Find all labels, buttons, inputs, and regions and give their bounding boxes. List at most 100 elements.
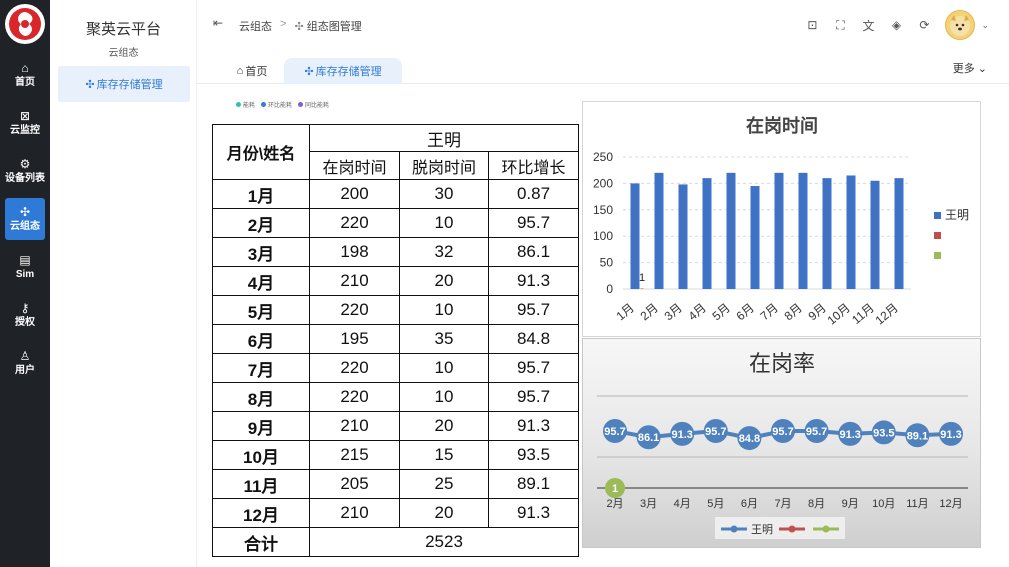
data-label: 89.1	[907, 430, 928, 442]
legend-label: 王明	[751, 523, 773, 536]
data-label: 95.7	[806, 426, 827, 438]
table-row: 1月 200 30 0.87	[212, 179, 580, 209]
nav-cloud-config[interactable]: ✣ 云组态	[5, 198, 45, 240]
x-tick-label: 11月	[849, 301, 877, 327]
fullscreen-icon[interactable]: ⛶	[833, 18, 847, 33]
legend-item: 同比能耗	[298, 100, 329, 109]
nav-user[interactable]: ♙ 用户	[5, 342, 45, 384]
table-person-header: 王明	[308, 124, 580, 152]
off-duty-cell: 10	[399, 353, 489, 383]
growth-cell: 84.8	[487, 324, 580, 354]
secondary-sidebar: 聚英云平台 云组态 ✣ 库存存储管理	[50, 0, 197, 567]
bar	[774, 172, 784, 289]
breadcrumb-separator: >	[280, 18, 287, 30]
off-duty-cell: 10	[399, 208, 489, 238]
off-duty-cell: 20	[399, 266, 489, 296]
more-tabs-dropdown[interactable]: 更多 ⌄	[953, 60, 987, 76]
home-icon: ⌂	[236, 65, 244, 77]
nav-cloud-config-label: 云组态	[10, 221, 40, 232]
chevron-down-icon[interactable]: ⌄	[981, 20, 989, 31]
bar-chart: 在岗时间 0 50 100 150 200 250 1月 2月 3月 4月 5月 6月 7月 8月 9月10月…	[593, 115, 969, 328]
table-corner-header: 月份\姓名	[212, 124, 310, 180]
brand-logo[interactable]	[5, 4, 45, 44]
nav-device-list[interactable]: ⚙ 设备列表	[5, 150, 45, 192]
month-cell: 8月	[212, 382, 310, 412]
dashboard-icon[interactable]: ⊡	[805, 18, 819, 32]
growth-cell: 95.7	[487, 208, 580, 238]
table-total-row: 合计 2523	[212, 527, 580, 557]
more-label: 更多	[952, 63, 975, 75]
x-tick-label: 8月	[782, 301, 805, 324]
legend-item: 能耗	[236, 100, 255, 109]
x-tick-label: 4月	[686, 301, 709, 324]
off-duty-cell: 20	[399, 498, 489, 528]
data-label: 95.7	[604, 426, 625, 438]
x-tick-label: 9月	[842, 498, 859, 510]
cluster-icon: ✣	[294, 21, 304, 33]
nav-cloud-monitor[interactable]: ⊠ 云监控	[5, 102, 45, 144]
refresh-icon[interactable]: ⟳	[917, 18, 931, 32]
nav-home[interactable]: ⌂ 首页	[5, 54, 45, 96]
translate-icon[interactable]: 文	[861, 17, 875, 34]
off-duty-cell: 10	[399, 295, 489, 325]
nav-authorize-label: 授权	[15, 317, 35, 328]
growth-cell: 91.3	[487, 498, 580, 528]
x-tick-label: 2月	[638, 301, 661, 324]
month-cell: 1月	[212, 179, 310, 209]
off-duty-cell: 32	[399, 237, 489, 267]
bar	[640, 288, 644, 289]
brand-logo-icon	[9, 8, 41, 40]
on-duty-cell: 200	[309, 179, 400, 209]
x-tick-label: 9月	[806, 301, 829, 324]
mini-chart-legend: 能耗 环比能耗 同比能耗	[236, 100, 329, 109]
table-row: 8月 220 10 95.7	[212, 382, 580, 412]
tab-inventory-storage[interactable]: ✣ 库存存储管理	[284, 58, 402, 84]
collapse-menu-icon[interactable]: ⇤	[213, 16, 223, 30]
legend-label: 王明	[945, 208, 969, 222]
growth-cell: 0.87	[487, 179, 580, 209]
growth-cell: 95.7	[487, 295, 580, 325]
month-cell: 2月	[212, 208, 310, 238]
growth-cell: 91.3	[487, 411, 580, 441]
tab-home[interactable]: ⌂ 首页	[227, 58, 277, 84]
y-tick-label: 150	[593, 203, 613, 217]
x-tick-label: 7月	[774, 498, 791, 510]
skin-icon[interactable]: ◈	[889, 18, 903, 32]
x-tick-label: 11月	[906, 498, 928, 510]
data-label: 84.8	[739, 433, 760, 445]
x-tick-label: 5月	[710, 301, 733, 324]
sim-card-icon: ▤	[19, 253, 31, 267]
on-duty-cell: 210	[309, 266, 400, 296]
avatar[interactable]	[945, 10, 976, 40]
nav-user-label: 用户	[15, 365, 35, 376]
nav-sim[interactable]: ▤ Sim	[5, 246, 45, 288]
nav-sim-label: Sim	[15, 269, 35, 280]
nav-cloud-monitor-label: 云监控	[10, 125, 40, 136]
home-icon: ⌂	[21, 61, 29, 75]
x-tick-label: 7月	[758, 301, 781, 324]
off-duty-cell: 20	[399, 411, 489, 441]
line-chart: 在岗率 95.7 86.1 91.3 95.7 84.8 95.7 95.7 91.3 93.5 8…	[597, 351, 968, 539]
x-tick-label: 1月	[614, 301, 637, 324]
bar	[894, 178, 904, 289]
bar	[726, 172, 736, 289]
tab-home-label: 首页	[245, 66, 268, 78]
table-row: 4月 210 20 91.3	[212, 266, 580, 296]
sidebar-item-inventory-storage[interactable]: ✣ 库存存储管理	[58, 66, 190, 102]
table-row: 6月 195 35 84.8	[212, 324, 580, 354]
brand-subtitle: 云组态	[108, 48, 139, 59]
month-cell: 6月	[212, 324, 310, 354]
breadcrumb-root[interactable]: 云组态	[239, 18, 272, 34]
attendance-table: 月份\姓名 王明 在岗时间 脱岗时间 环比增长 1月 200 30 0.87 2月 220…	[212, 124, 580, 557]
top-bar: ⇤ 云组态 > ✣ 组态图管理 ⊡ ⛶ 文 ◈ ⟳ ⌄	[197, 0, 1009, 50]
tab-inventory-storage-label: 库存存储管理	[315, 66, 382, 78]
tab-bar: ⌂ 首页 ✣ 库存存储管理 更多 ⌄	[197, 50, 1009, 84]
on-duty-cell: 210	[309, 411, 400, 441]
legend-marker	[788, 525, 796, 533]
x-tick-label: 12月	[939, 498, 962, 510]
x-tick-label: 2月	[606, 498, 623, 510]
total-label: 合计	[212, 527, 310, 557]
key-icon: ⚷	[20, 301, 30, 315]
total-value: 2523	[308, 527, 580, 557]
nav-authorize[interactable]: ⚷ 授权	[5, 294, 45, 336]
